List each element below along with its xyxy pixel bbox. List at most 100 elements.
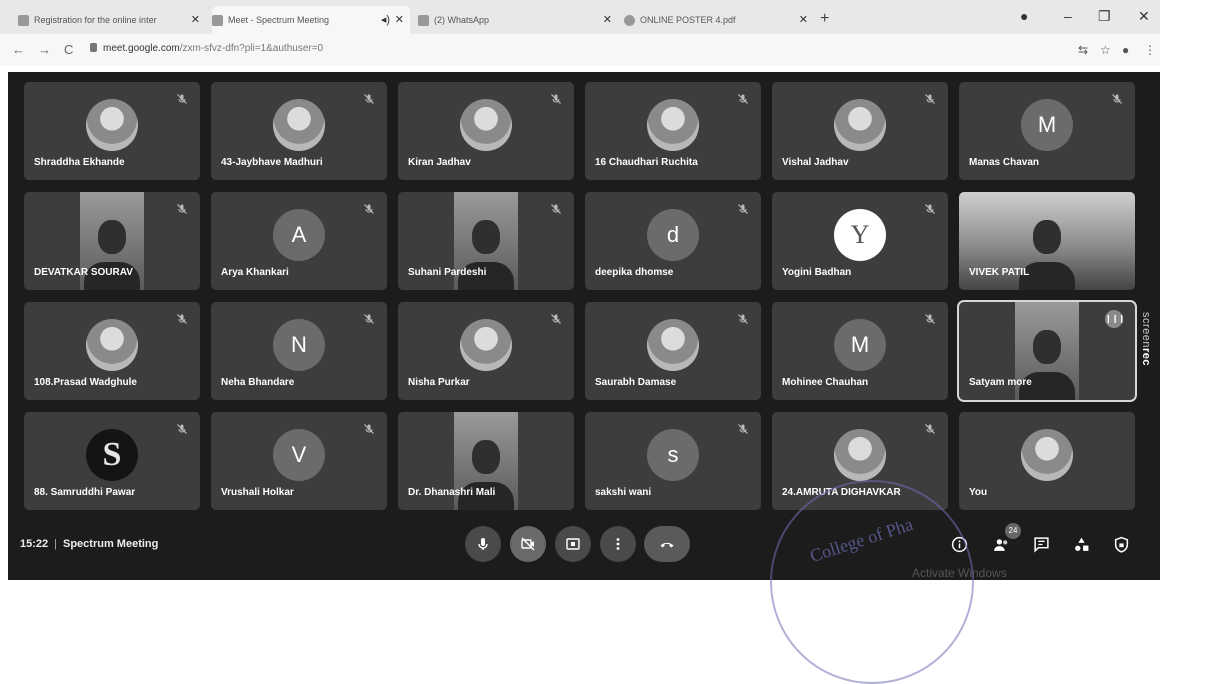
restore-button[interactable]: ❐ [1098, 8, 1111, 25]
camera-button[interactable] [510, 526, 546, 562]
mic-off-icon [176, 92, 188, 104]
profile-avatar-icon[interactable]: ● [1122, 43, 1129, 57]
participant-tile[interactable]: Dr. Dhanashri Mali [398, 412, 574, 510]
mic-off-icon [1111, 92, 1123, 104]
participant-avatar: s [647, 429, 699, 482]
participant-tile[interactable]: Shraddha Ekhande [24, 82, 200, 180]
forward-button[interactable]: → [38, 42, 51, 57]
participant-tile[interactable]: 16 Chaudhari Ruchita [585, 82, 761, 180]
participant-tile[interactable]: N Neha Bhandare [211, 302, 387, 400]
participant-tile[interactable]: 43-Jaybhave Madhuri [211, 82, 387, 180]
mic-off-icon [363, 422, 375, 434]
url-path: /zxm-sfvz-dfn?pli=1&authuser=0 [179, 43, 324, 54]
close-window-button[interactable]: ✕ [1138, 8, 1150, 25]
browser-tab-active[interactable]: Meet - Spectrum Meeting ◂) ✕ [212, 6, 410, 34]
participant-name: Suhani Pardeshi [408, 267, 487, 278]
mic-off-icon [363, 202, 375, 214]
microphone-button[interactable] [465, 526, 501, 562]
participant-tile[interactable]: M Mohinee Chauhan [772, 302, 948, 400]
participant-name: deepika dhomse [595, 267, 674, 278]
mic-off-icon [550, 92, 562, 104]
close-tab-icon[interactable]: ✕ [799, 13, 808, 26]
back-button[interactable]: ← [12, 42, 25, 57]
participant-tile[interactable]: DEVATKAR SOURAV [24, 192, 200, 290]
participant-avatar [834, 99, 886, 152]
present-screen-button[interactable] [555, 526, 591, 562]
participant-tile[interactable]: Nisha Purkar [398, 302, 574, 400]
mic-off-icon [924, 312, 936, 324]
participant-tile[interactable]: VIVEK PATIL [959, 192, 1135, 290]
whatsapp-favicon-icon [418, 14, 429, 26]
host-controls-button[interactable] [1110, 533, 1132, 555]
chat-button[interactable] [1030, 533, 1052, 555]
mic-off-icon [363, 312, 375, 324]
browser-tab[interactable]: (2) WhatsApp ✕ [418, 6, 618, 34]
participant-avatar: S [86, 429, 138, 482]
translate-icon[interactable]: ⇆ [1078, 43, 1088, 57]
people-icon [993, 538, 1007, 551]
reload-button[interactable]: C [64, 42, 73, 57]
speaking-indicator-icon: ❙❙❙ [1105, 310, 1125, 328]
browser-tab[interactable]: Registration for the online inter ✕ [18, 6, 206, 34]
participant-avatar [273, 99, 325, 152]
participant-tile[interactable]: d deepika dhomse [585, 192, 761, 290]
leave-call-button[interactable] [644, 526, 690, 562]
mic-off-icon [363, 92, 375, 104]
participant-avatar [834, 429, 886, 482]
bookmark-star-icon[interactable]: ☆ [1100, 43, 1111, 57]
participant-name: Shraddha Ekhande [34, 157, 125, 168]
participant-name: 88. Samruddhi Pawar [34, 487, 136, 498]
browser-menu-icon[interactable]: ⋮ [1144, 43, 1156, 57]
participant-tile[interactable]: You [959, 412, 1135, 510]
participant-avatar [86, 319, 138, 372]
participant-name: Neha Bhandare [221, 377, 295, 388]
participant-tile[interactable]: Vishal Jadhav [772, 82, 948, 180]
mic-off-icon [550, 312, 562, 324]
meeting-separator: | [54, 538, 57, 550]
profile-indicator-icon[interactable]: ● [1020, 8, 1028, 24]
participant-tile[interactable]: Satyam more ❙❙❙ [957, 300, 1137, 402]
participant-avatar [647, 319, 699, 372]
activities-button[interactable] [1070, 533, 1092, 555]
participant-tile[interactable]: Suhani Pardeshi [398, 192, 574, 290]
mic-off-icon [176, 202, 188, 214]
meeting-name: Spectrum Meeting [63, 538, 159, 550]
participant-avatar: M [834, 319, 886, 372]
mic-off-icon [924, 422, 936, 434]
participant-avatar [460, 99, 512, 152]
participant-tile[interactable]: S 88. Samruddhi Pawar [24, 412, 200, 510]
participant-name: Vishal Jadhav [782, 157, 849, 168]
participant-avatar: M [1021, 99, 1073, 152]
participant-tile[interactable]: V Vrushali Holkar [211, 412, 387, 510]
minimize-button[interactable]: – [1064, 8, 1072, 24]
tab-title: ONLINE POSTER 4.pdf [640, 15, 736, 25]
participant-tile[interactable]: Saurabh Damase [585, 302, 761, 400]
mic-off-icon [924, 92, 936, 104]
tab-title: Meet - Spectrum Meeting [228, 15, 330, 25]
meeting-details[interactable]: 15:22 | Spectrum Meeting [20, 538, 158, 550]
close-tab-icon[interactable]: ✕ [603, 13, 612, 26]
browser-tab-bar: Registration for the online inter ✕ Meet… [0, 0, 1160, 34]
close-tab-icon[interactable]: ✕ [395, 13, 404, 26]
participant-tile[interactable]: M Manas Chavan [959, 82, 1135, 180]
participant-avatar [647, 99, 699, 152]
mic-off-icon [1111, 202, 1123, 214]
participant-tile[interactable]: 108.Prasad Wadghule [24, 302, 200, 400]
people-button[interactable]: 24 [990, 523, 1021, 555]
close-tab-icon[interactable]: ✕ [191, 13, 200, 26]
url-field[interactable]: meet.google.com/zxm-sfvz-dfn?pli=1&authu… [90, 43, 323, 54]
participant-name: Arya Khankari [221, 267, 289, 278]
microphone-icon [478, 538, 488, 550]
participant-tile[interactable]: A Arya Khankari [211, 192, 387, 290]
browser-tab[interactable]: ONLINE POSTER 4.pdf ✕ [624, 6, 814, 34]
new-tab-button[interactable]: + [820, 10, 829, 28]
participant-tile[interactable]: Y Yogini Badhan [772, 192, 948, 290]
participant-tile[interactable]: s sakshi wani [585, 412, 761, 510]
tab-title: (2) WhatsApp [434, 15, 490, 25]
more-options-button[interactable] [600, 526, 636, 562]
participant-name: Mohinee Chauhan [782, 377, 869, 388]
meet-window: Shraddha Ekhande 43-Jaybhave Madhuri Kiran… [8, 72, 1160, 580]
participant-tile[interactable]: Kiran Jadhav [398, 82, 574, 180]
participant-avatar: V [273, 429, 325, 482]
mic-off-icon [176, 312, 188, 324]
